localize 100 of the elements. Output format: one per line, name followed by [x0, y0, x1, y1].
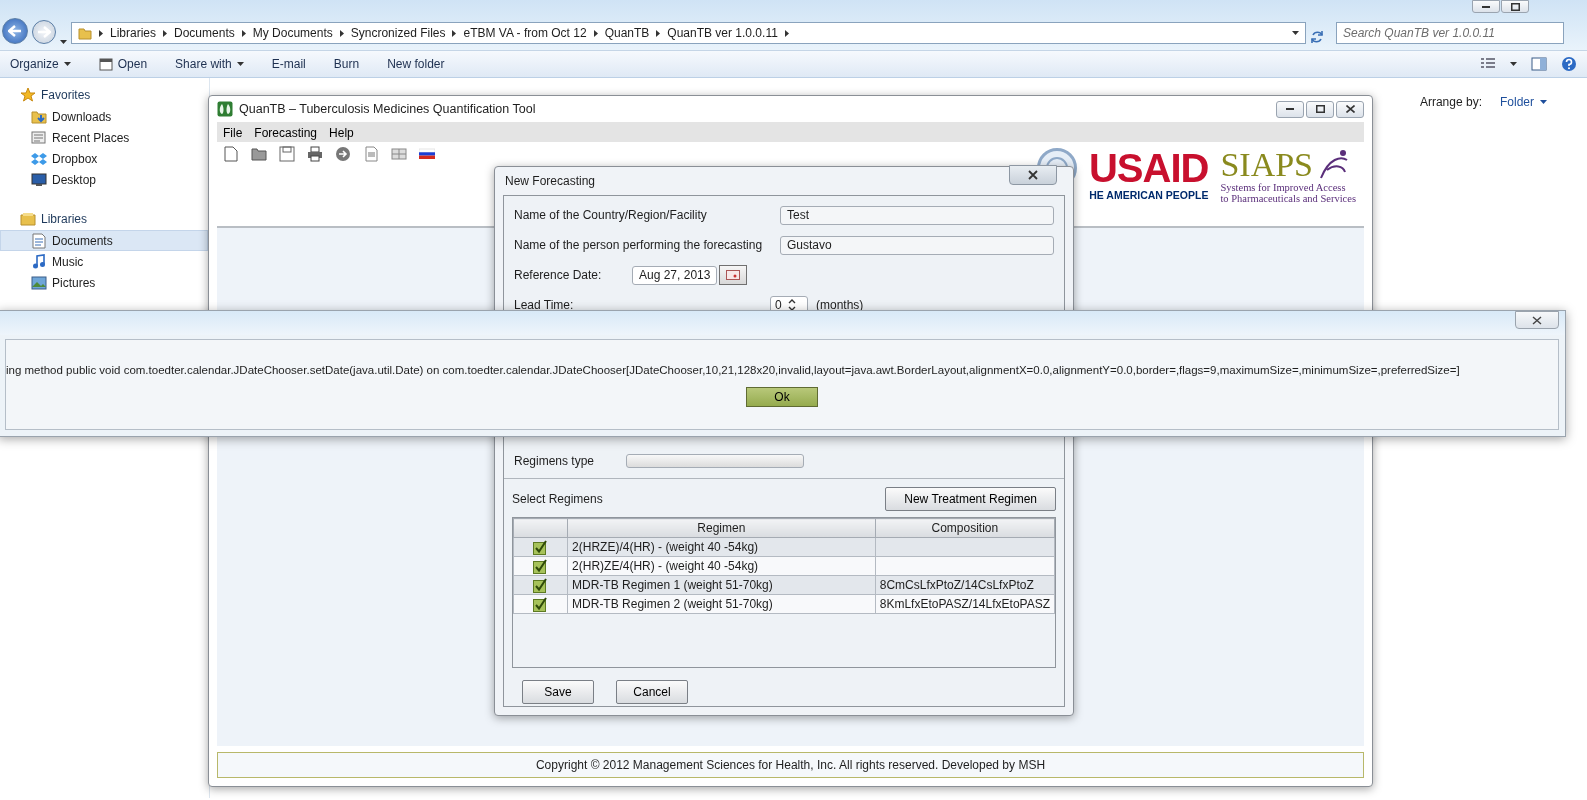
- checkbox-checked-icon[interactable]: [533, 597, 548, 613]
- monitor-icon: [31, 171, 47, 188]
- document-list-icon: [31, 129, 47, 146]
- chevron-icon: [240, 28, 247, 38]
- maximize-icon: [1315, 105, 1325, 113]
- help-icon[interactable]: [1561, 56, 1577, 72]
- column-header: [513, 518, 568, 538]
- breadcrumb-item[interactable]: My Documents: [252, 24, 333, 42]
- file-icon[interactable]: [223, 146, 239, 162]
- chevron-icon: [783, 28, 790, 38]
- chevron-icon: [655, 28, 662, 38]
- search-field[interactable]: Search QuanTB ver 1.0.0.11: [1336, 22, 1564, 44]
- dialog-button[interactable]: Cancel: [616, 680, 688, 704]
- breadcrumb-item[interactable]: Documents: [174, 24, 235, 42]
- caret-icon[interactable]: [1292, 31, 1299, 35]
- field-label: Name of the person performing the forecasting: [514, 237, 764, 254]
- arrange-label: Arrange by:: [1419, 94, 1482, 111]
- toolbar-button[interactable]: E-mail: [271, 55, 306, 73]
- menu-item[interactable]: File: [223, 124, 243, 140]
- ok-button[interactable]: Ok: [746, 387, 818, 408]
- grid-icon[interactable]: [391, 146, 407, 162]
- breadcrumb-item[interactable]: QuanTB: [604, 24, 650, 42]
- maximize-button[interactable]: [1501, 0, 1529, 13]
- input-field[interactable]: Gustavo: [780, 235, 1054, 255]
- app-logo-icon: [217, 101, 233, 117]
- toolbar-button[interactable]: New folder: [387, 55, 445, 73]
- date-field[interactable]: Aug 27, 2013: [632, 265, 718, 285]
- field-label: Name of the Country/Region/Facility: [514, 207, 708, 224]
- sidebar-item[interactable]: Music: [0, 251, 208, 272]
- logo-tagline: HE AMERICAN PEOPLE: [1088, 188, 1209, 203]
- sidebar-item[interactable]: Documents: [0, 230, 208, 251]
- close-button[interactable]: [1336, 100, 1364, 118]
- select-field[interactable]: [626, 454, 804, 468]
- picture-icon: [31, 274, 47, 291]
- sidebar-item[interactable]: Dropbox: [0, 148, 208, 169]
- breadcrumb-item[interactable]: Libraries: [110, 24, 157, 42]
- chevron-icon: [592, 28, 599, 38]
- caret-icon[interactable]: [60, 40, 67, 44]
- menu-item[interactable]: Help: [329, 124, 354, 140]
- toolbar-button[interactable]: Share with: [175, 55, 244, 73]
- sidebar-item[interactable]: Recent Places: [0, 127, 208, 148]
- sidebar-item[interactable]: Downloads: [0, 106, 208, 127]
- forward-button[interactable]: [32, 20, 56, 44]
- caret-icon: [63, 62, 71, 66]
- maximize-icon: [1510, 2, 1520, 11]
- checkbox-checked-icon[interactable]: [533, 559, 548, 575]
- sidebar-item[interactable]: Pictures: [0, 272, 208, 293]
- sidebar-item[interactable]: Desktop: [0, 169, 208, 190]
- field-label: Regimens type: [514, 453, 596, 470]
- usaid-logo-text: USAID: [1088, 148, 1209, 188]
- download-folder-icon: [31, 108, 47, 125]
- dialog-button[interactable]: Save: [522, 680, 594, 704]
- close-button[interactable]: [1009, 165, 1057, 185]
- printer-icon[interactable]: [307, 146, 323, 162]
- minimize-icon: [1482, 5, 1490, 8]
- menu-item[interactable]: Forecasting: [254, 124, 318, 140]
- refresh-icon[interactable]: [1310, 30, 1324, 44]
- sidebar-heading[interactable]: Favorites: [41, 86, 91, 104]
- breadcrumb-item[interactable]: QuanTB ver 1.0.0.11: [667, 24, 778, 42]
- minimize-button[interactable]: [1276, 100, 1304, 118]
- arrow-circle-icon[interactable]: [335, 146, 351, 162]
- view-icon[interactable]: [1480, 58, 1496, 70]
- folder-icon: [78, 26, 92, 40]
- toolbar-button[interactable]: Burn: [333, 55, 360, 73]
- minimize-button[interactable]: [1472, 0, 1500, 13]
- window-title: QuanTB – Tuberculosis Medicines Quantification Tool: [239, 100, 536, 118]
- input-field[interactable]: Test: [780, 205, 1054, 225]
- logo-tagline: Systems for Improved Access: [1220, 182, 1347, 193]
- column-header: Regimen: [567, 518, 876, 538]
- close-icon: [1027, 170, 1039, 180]
- breadcrumb-item[interactable]: eTBM VA - from Oct 12: [463, 24, 587, 42]
- error-message: ing method public void com.toedter.calendar.JDateChooser.setDate(java.util.Date) on com.toedter.calendar.JDateChooser[JDateChooser,10,21,128x20,invalid,layout=java.awt.BorderLayout,alignmentX=0.0,alignmentY=0.0,border=,flags=9,maximumSize=,minimumSize=,preferredSize=]: [6, 363, 1460, 378]
- toolbar-button[interactable]: Open: [98, 55, 148, 73]
- close-button[interactable]: [1515, 311, 1559, 329]
- logo-tagline: to Pharmaceuticals and Services: [1220, 193, 1356, 204]
- calendar-button[interactable]: [719, 265, 748, 285]
- calendar-icon: [726, 270, 741, 280]
- flag-icon[interactable]: [419, 146, 435, 162]
- field-label: Reference Date:: [514, 267, 603, 284]
- arrange-dropdown[interactable]: Folder: [1500, 93, 1547, 111]
- arrow-icon: [8, 25, 22, 37]
- breadcrumb-item[interactable]: Syncronized Files: [350, 24, 446, 42]
- caret-icon[interactable]: [1510, 62, 1517, 66]
- back-button[interactable]: [2, 18, 28, 44]
- pane-icon[interactable]: [1531, 57, 1547, 71]
- folder-icon[interactable]: [251, 146, 267, 162]
- close-icon: [1531, 315, 1543, 325]
- checkbox-checked-icon[interactable]: [533, 540, 548, 556]
- minimize-icon: [1286, 108, 1294, 110]
- address-bar[interactable]: Libraries Documents My Documents Syncronized Files eTBM VA - from Oct 12 QuanTB QuanTB ver 1.0.0.11: [71, 22, 1306, 44]
- sidebar-heading[interactable]: Libraries: [41, 210, 88, 228]
- copyright-text: Copyright © 2012 Management Sciences for Health, Inc. All rights reserved. Developed by MSH: [217, 752, 1364, 778]
- toolbar-button[interactable]: Organize: [10, 55, 71, 73]
- caret-icon: [236, 62, 244, 66]
- chevron-icon: [451, 28, 458, 38]
- field-label: Lead Time:: [514, 297, 575, 314]
- close-icon: [1345, 105, 1355, 113]
- maximize-button[interactable]: [1306, 100, 1334, 118]
- new-regimen-button[interactable]: New Treatment Regimen: [885, 487, 1056, 511]
- checkbox-checked-icon[interactable]: [533, 578, 548, 594]
